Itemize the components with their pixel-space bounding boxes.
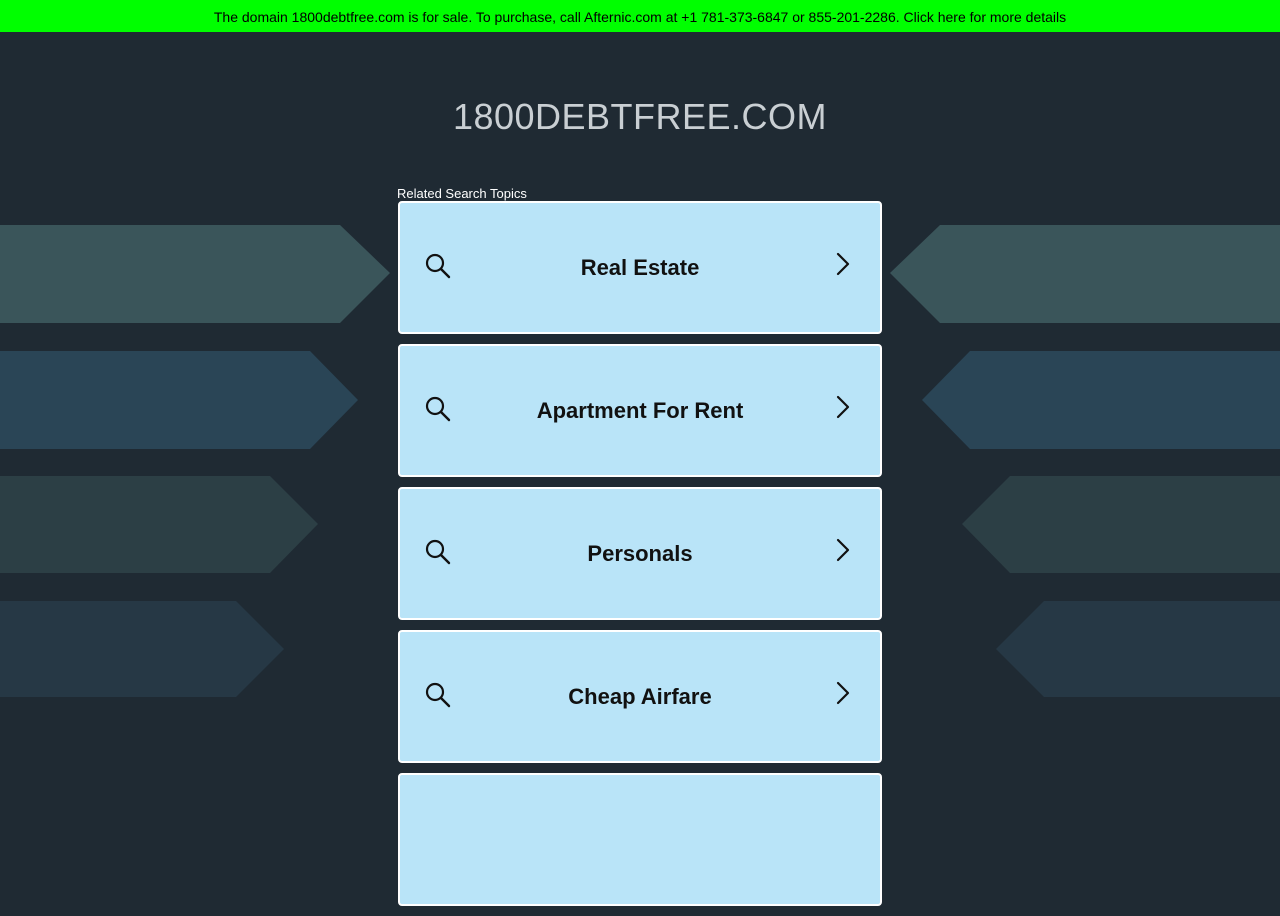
- domain-sale-banner[interactable]: The domain 1800debtfree.com is for sale.…: [0, 0, 1280, 32]
- chevron-right-icon: [836, 681, 850, 704]
- related-topics-list: Real Estate Apartment For Rent Personals…: [398, 201, 882, 916]
- topic-label: Real Estate: [580, 255, 700, 280]
- chevron-right-icon: [836, 252, 850, 275]
- page-title: 1800DEBTFREE.COM: [452, 96, 828, 137]
- topic-card-cheap-airfare[interactable]: Cheap Airfare: [398, 630, 882, 763]
- topic-label: Cheap Airfare: [568, 684, 712, 709]
- topic-card-apartment-for-rent[interactable]: Apartment For Rent: [398, 344, 882, 477]
- chevron-right-icon: [836, 395, 850, 418]
- topic-card-real-estate[interactable]: Real Estate: [398, 201, 882, 334]
- topic-label: Personals: [587, 541, 693, 566]
- chevron-right-icon: [836, 538, 850, 561]
- topic-card-partial[interactable]: [398, 773, 882, 906]
- topic-label: [400, 775, 880, 904]
- related-topics-label: Related Search Topics: [397, 186, 527, 201]
- topic-card-personals[interactable]: Personals: [398, 487, 882, 620]
- topic-label: Apartment For Rent: [536, 398, 744, 423]
